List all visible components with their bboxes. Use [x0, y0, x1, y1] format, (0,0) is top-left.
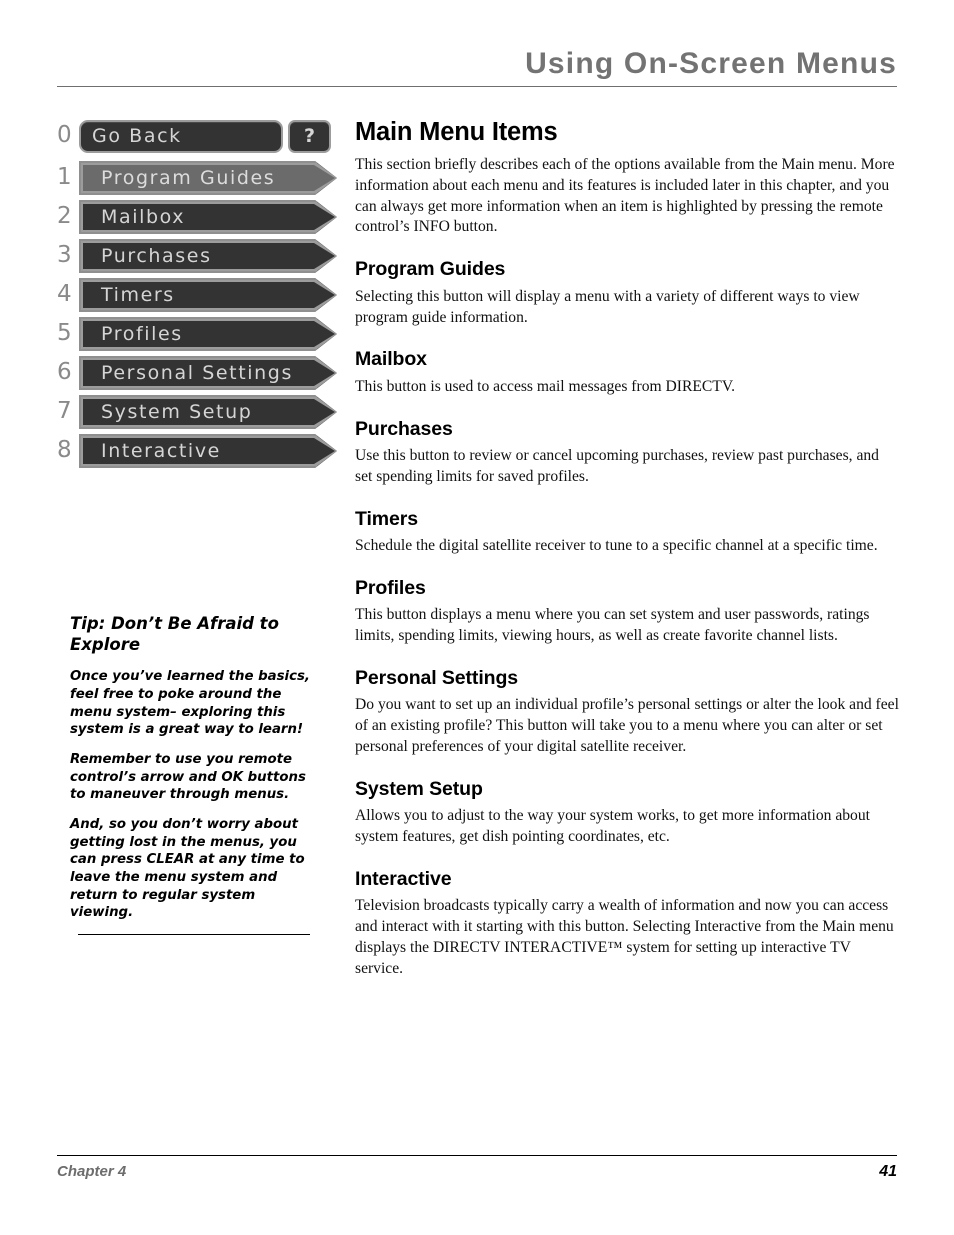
- menu-number-4: 4: [57, 280, 72, 307]
- section-body-purchases: Use this button to review or cancel upco…: [355, 447, 879, 485]
- menu-item-label: Mailbox: [101, 205, 186, 228]
- menu-row-purchases: 3 Purchases: [57, 238, 339, 274]
- menu-number-6: 6: [57, 358, 72, 385]
- section-body-timers: Schedule the digital satellite receiver …: [355, 537, 878, 555]
- menu-number-2: 2: [57, 202, 72, 229]
- menu-row-personal-settings: 6 Personal Settings: [57, 355, 339, 391]
- menu-item-purchases[interactable]: Purchases: [79, 239, 337, 273]
- section-heading-purchases: Purchases: [355, 417, 453, 440]
- section-heading-personal-settings: Personal Settings: [355, 666, 519, 689]
- menu-item-label: Interactive: [101, 439, 221, 462]
- section-heading-profiles: Profiles: [355, 576, 426, 599]
- section-body-mailbox: This button is used to access mail messa…: [355, 377, 735, 395]
- section-body-profiles: This button displays a menu where you ca…: [355, 606, 870, 645]
- menu-item-program-guides[interactable]: Program Guides: [79, 161, 337, 195]
- menu-item-label: Purchases: [101, 244, 212, 267]
- section-body-personal-settings: Do you want to set up an individual prof…: [355, 696, 899, 755]
- section-heading-interactive: Interactive: [355, 867, 452, 890]
- section-body-system-setup: Allows you to adjust to the way your sys…: [355, 807, 870, 845]
- header-divider: [57, 85, 897, 87]
- menu-number-5: 5: [57, 319, 72, 346]
- section-heading-system-setup: System Setup: [355, 777, 483, 800]
- menu-item-mailbox[interactable]: Mailbox: [79, 200, 337, 234]
- tip-sidebar: Tip: Don’t Be Afraid to Explore Once you…: [70, 614, 320, 935]
- go-back-group: Go Back ?: [79, 119, 331, 153]
- menu-row-timers: 4 Timers: [57, 277, 339, 313]
- tip-divider: [78, 933, 310, 935]
- menu-number-0: 0: [57, 121, 72, 148]
- tip-heading: Tip: Don’t Be Afraid to Explore: [70, 614, 279, 654]
- menu-row-profiles: 5 Profiles: [57, 316, 339, 352]
- menu-item-label: Profiles: [101, 322, 183, 345]
- page-header: Using On-Screen Menus: [57, 48, 897, 87]
- menu-number-7: 7: [57, 397, 72, 424]
- section-body-program-guides: Selecting this button will display a men…: [355, 287, 860, 326]
- menu-row-program-guides: 1 Program Guides: [57, 160, 339, 196]
- section-heading-timers: Timers: [355, 507, 418, 530]
- menu-row-interactive: 8 Interactive: [57, 433, 339, 469]
- menu-item-profiles[interactable]: Profiles: [79, 317, 337, 351]
- menu-number-3: 3: [57, 241, 72, 268]
- page-number: 41: [879, 1163, 897, 1180]
- on-screen-main-menu-graphic: 0 Go Back ? 1 Program Guides 2 Mailbox 3…: [57, 118, 339, 469]
- menu-item-label: Personal Settings: [101, 361, 293, 384]
- menu-item-personal-settings[interactable]: Personal Settings: [79, 356, 337, 390]
- chapter-label: Chapter 4: [57, 1163, 127, 1180]
- menu-item-label: System Setup: [101, 400, 253, 423]
- menu-item-label: Program Guides: [101, 166, 276, 189]
- menu-row-mailbox: 2 Mailbox: [57, 199, 339, 235]
- page-title: Using On-Screen Menus: [525, 47, 897, 80]
- question-mark-icon: ?: [303, 124, 316, 147]
- tip-paragraph: Once you’ve learned the basics, feel fre…: [70, 669, 310, 738]
- tip-paragraph: And, so you don’t worry about getting lo…: [70, 816, 305, 921]
- menu-item-system-setup[interactable]: System Setup: [79, 395, 337, 429]
- main-menu-items-title: Main Menu Items: [355, 118, 558, 146]
- help-button[interactable]: ?: [288, 119, 331, 153]
- go-back-label: Go Back: [92, 124, 182, 147]
- footer-row: Chapter 4 41: [57, 1163, 897, 1181]
- menu-number-8: 8: [57, 436, 72, 463]
- menu-item-label: Timers: [101, 283, 175, 306]
- menu-row-system-setup: 7 System Setup: [57, 394, 339, 430]
- page-footer: Chapter 4 41: [57, 1155, 897, 1181]
- intro-paragraph: This section briefly describes each of t…: [355, 156, 895, 236]
- menu-row-go-back: 0 Go Back ?: [57, 118, 339, 154]
- tip-paragraph: Remember to use you remote control’s arr…: [70, 751, 306, 803]
- section-heading-program-guides: Program Guides: [355, 258, 506, 281]
- main-content-column: Main Menu Items This section briefly des…: [355, 118, 900, 979]
- footer-divider: [57, 1155, 897, 1156]
- section-heading-mailbox: Mailbox: [355, 348, 427, 371]
- section-body-interactive: Television broadcasts typically carry a …: [355, 897, 894, 977]
- left-column: 0 Go Back ? 1 Program Guides 2 Mailbox 3…: [57, 118, 339, 472]
- go-back-button[interactable]: Go Back: [79, 119, 283, 153]
- menu-item-timers[interactable]: Timers: [79, 278, 337, 312]
- menu-number-1: 1: [57, 163, 72, 190]
- menu-item-interactive[interactable]: Interactive: [79, 434, 337, 468]
